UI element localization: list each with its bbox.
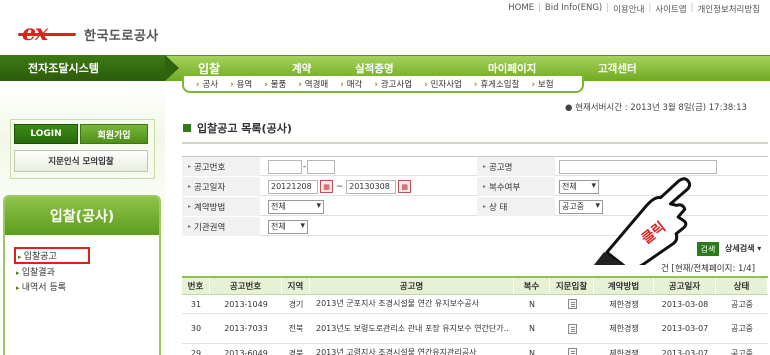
logo-text: 한국도로공사: [84, 28, 159, 44]
nav-customer-center[interactable]: 고객센터: [598, 55, 637, 81]
table-row[interactable]: 29 2013-6049 경북 2013년 고령지사 조경시설물 연간유지관리공…: [182, 344, 768, 355]
pointing-hand-icon: 클릭: [593, 177, 692, 265]
col-method[interactable]: 계약방법: [594, 278, 654, 294]
notice-table: 번호 공고번호 지역 공고명 복수 지문입찰 계약방법 공고일자 상태 31 2…: [182, 276, 768, 355]
subnav-insurance[interactable]: 보험: [525, 78, 559, 90]
subnav-reverse-auction[interactable]: 역경매: [292, 78, 334, 90]
result-count: 건 [현재/전체페이지: 1/4]: [661, 264, 756, 274]
site-name[interactable]: 전자조달시스템: [0, 55, 179, 81]
search-button[interactable]: 검색: [697, 242, 719, 256]
subnav-rest-area[interactable]: 휴게소입찰: [468, 78, 526, 90]
document-icon[interactable]: [567, 348, 577, 355]
method-label: 계약방법: [182, 197, 260, 216]
document-icon[interactable]: [567, 299, 577, 309]
notice-date-label: 공고일자: [182, 177, 260, 196]
calendar-icon[interactable]: ▦: [398, 180, 412, 193]
date-from-input[interactable]: 20121208: [268, 179, 318, 194]
subnav-advertising[interactable]: 광고사업: [368, 78, 418, 90]
col-region[interactable]: 지역: [282, 278, 310, 294]
bid-info-eng-link[interactable]: Bid Info(ENG): [545, 3, 602, 15]
col-multi[interactable]: 복수: [514, 278, 550, 294]
subnav-sale[interactable]: 매각: [334, 78, 368, 90]
ex-logo-icon: ex: [18, 20, 78, 46]
notice-no-input-1[interactable]: [268, 159, 302, 174]
table-header: 번호 공고번호 지역 공고명 복수 지문입찰 계약방법 공고일자 상태: [182, 278, 768, 295]
title-bullet-icon: [183, 124, 191, 132]
region-label: 기관권역: [182, 217, 260, 236]
notice-title-link[interactable]: 2013년 고령지사 조경시설물 연간유지관리공사: [310, 344, 514, 355]
server-time: ● 현재서버시간 : 2013년 3월 8일(금) 17:38:13: [565, 103, 747, 113]
join-button[interactable]: 회원가입: [80, 124, 148, 144]
date-to-input[interactable]: 20130308: [346, 179, 397, 194]
top-utility-links: HOME | Bid Info(ENG) | 이용안내 | 사이트맵 | 개인정보처리방…: [508, 3, 760, 15]
home-link[interactable]: HOME: [508, 3, 534, 15]
table-row[interactable]: 31 2013-1049 경기 2013년 군포지사 조경시설물 연간 유지보수…: [182, 295, 768, 314]
notice-title-link[interactable]: 2013년 군포지사 조경시설물 연간 유지보수공사: [310, 295, 514, 313]
method-field: 전체: [268, 197, 324, 216]
logo[interactable]: ex 한국도로공사: [18, 20, 159, 46]
page-title: 입찰공고 목록(공사): [183, 120, 292, 136]
detail-search-button[interactable]: 상세검색 ▾: [725, 243, 761, 254]
region-select[interactable]: 전체: [268, 219, 308, 234]
col-title[interactable]: 공고명: [310, 278, 514, 294]
notice-name-label: 공고명: [477, 157, 555, 176]
clock-icon: ●: [565, 103, 573, 113]
guide-link[interactable]: 이용안내: [613, 3, 644, 15]
login-button[interactable]: LOGIN: [14, 124, 78, 144]
method-select[interactable]: 전체: [268, 199, 324, 214]
document-icon[interactable]: [567, 323, 577, 334]
col-date[interactable]: 공고일자: [654, 278, 716, 294]
side-item-result[interactable]: 입찰결과: [16, 265, 55, 278]
subnav-service[interactable]: 용역: [224, 78, 258, 90]
col-notice-no[interactable]: 공고번호: [210, 278, 282, 294]
col-fingerprint[interactable]: 지문입찰: [550, 278, 594, 294]
fingerprint-mock-bid-button[interactable]: 지문인식 모의입찰: [14, 150, 148, 172]
notice-no-field: -: [268, 157, 336, 176]
col-status[interactable]: 상태: [716, 278, 768, 294]
sub-nav: 공사 용역 물품 역경매 매각 광고사업 민자사업 휴게소입찰 보험: [182, 76, 584, 93]
multi-label: 복수여부: [477, 177, 555, 196]
table-row[interactable]: 30 2013-7033 전북 2013년도 보령도로관리소 관내 포장 유지보…: [182, 314, 768, 344]
subnav-private[interactable]: 민자사업: [418, 78, 468, 90]
sitemap-link[interactable]: 사이트맵: [655, 3, 686, 15]
side-menu-title: 입찰(공사): [5, 197, 159, 235]
status-label: 상 태: [477, 197, 555, 216]
notice-no-label: 공고번호: [182, 157, 260, 176]
calendar-icon[interactable]: ▦: [320, 180, 333, 193]
subnav-construction[interactable]: 공사: [190, 78, 224, 90]
divider: [182, 142, 768, 144]
notice-title-link[interactable]: 2013년도 보령도로관리소 관내 포장 유지보수 연간단가..: [310, 314, 514, 343]
subnav-goods[interactable]: 물품: [258, 78, 292, 90]
privacy-link[interactable]: 개인정보처리방침: [697, 3, 760, 15]
side-item-statement[interactable]: 내역서 등록: [16, 280, 66, 293]
col-no[interactable]: 번호: [182, 278, 210, 294]
notice-no-input-2[interactable]: [307, 159, 336, 174]
notice-date-field: 20121208 ▦ ~ 20130308 ▦: [268, 177, 412, 196]
side-item-notice[interactable]: 입찰공고: [14, 247, 90, 264]
region-field: 전체: [268, 217, 308, 236]
